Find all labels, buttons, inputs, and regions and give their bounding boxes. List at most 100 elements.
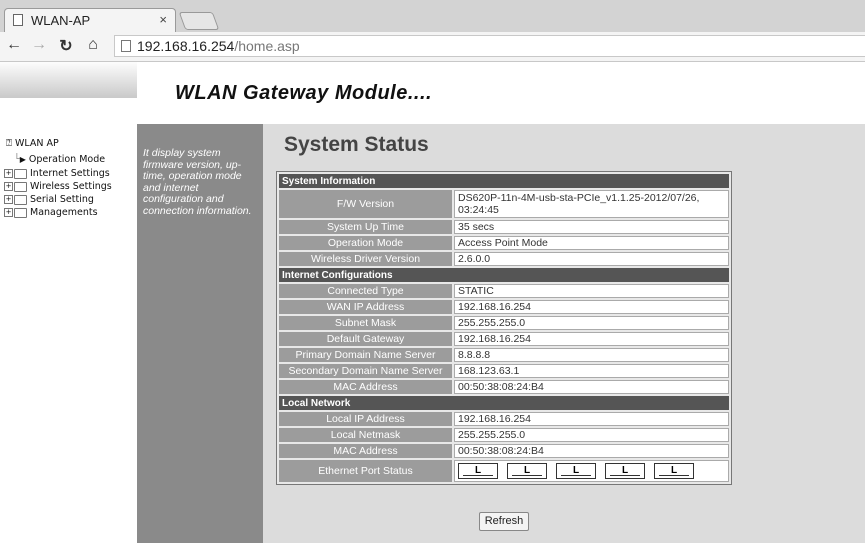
section-header-internet: Internet Configurations bbox=[279, 268, 729, 282]
row-label: F/W Version bbox=[279, 190, 452, 218]
sidebar-item-label: Operation Mode bbox=[28, 154, 106, 165]
row-label: MAC Address bbox=[279, 444, 452, 458]
table-row: Secondary Domain Name Server 168.123.63.… bbox=[279, 364, 729, 378]
page-icon bbox=[121, 40, 131, 52]
row-value: Access Point Mode bbox=[454, 236, 729, 250]
connector-icon: └ bbox=[14, 154, 20, 165]
sidebar-item-operation-mode[interactable]: └▶ Operation Mode bbox=[14, 154, 105, 165]
row-value: 35 secs bbox=[454, 220, 729, 234]
description-text: It display system firmware version, up-t… bbox=[143, 147, 252, 217]
table-row: Default Gateway 192.168.16.254 bbox=[279, 332, 729, 346]
row-value: 00:50:38:08:24:B4 bbox=[454, 444, 729, 458]
table-row: Connected Type STATIC bbox=[279, 284, 729, 298]
ethernet-port-icon: L bbox=[654, 463, 694, 479]
sidebar-item-wireless-settings[interactable]: + Wireless Settings bbox=[4, 181, 112, 192]
folder-icon bbox=[14, 168, 27, 179]
row-label: Local IP Address bbox=[279, 412, 452, 426]
row-value: 192.168.16.254 bbox=[454, 332, 729, 346]
row-value: 255.255.255.0 bbox=[454, 316, 729, 330]
ethernet-ports: LLLLL bbox=[454, 460, 729, 482]
page-icon bbox=[13, 14, 23, 26]
row-value: 255.255.255.0 bbox=[454, 428, 729, 442]
table-row: Subnet Mask 255.255.255.0 bbox=[279, 316, 729, 330]
sidebar-item-managements[interactable]: + Managements bbox=[4, 207, 98, 218]
header-strip bbox=[0, 62, 137, 98]
sidebar-item-label: Serial Setting bbox=[30, 194, 94, 205]
row-label: Local Netmask bbox=[279, 428, 452, 442]
row-label: Default Gateway bbox=[279, 332, 452, 346]
reload-icon[interactable]: ↻ bbox=[56, 36, 76, 56]
url-path: /home.asp bbox=[234, 38, 300, 54]
tree-root-label: WLAN AP bbox=[15, 138, 59, 149]
table-row: WAN IP Address 192.168.16.254 bbox=[279, 300, 729, 314]
table-row: MAC Address 00:50:38:08:24:B4 bbox=[279, 444, 729, 458]
section-header-local: Local Network bbox=[279, 396, 729, 410]
table-row: Ethernet Port Status LLLLL bbox=[279, 460, 729, 482]
forward-icon[interactable]: → bbox=[29, 36, 49, 54]
back-icon[interactable]: ← bbox=[4, 36, 24, 54]
sidebar-item-label: Internet Settings bbox=[30, 168, 110, 179]
table-row: System Up Time 35 secs bbox=[279, 220, 729, 234]
tab-title: WLAN-AP bbox=[31, 13, 91, 28]
section-header-system: System Information bbox=[279, 174, 729, 188]
ethernet-port-icon: L bbox=[507, 463, 547, 479]
row-value: 00:50:38:08:24:B4 bbox=[454, 380, 729, 394]
arrow-right-icon: ▶ bbox=[19, 155, 26, 164]
row-label: System Up Time bbox=[279, 220, 452, 234]
folder-icon bbox=[14, 194, 27, 205]
description-panel: It display system firmware version, up-t… bbox=[137, 124, 263, 543]
row-label: Operation Mode bbox=[279, 236, 452, 250]
browser-tab-bar: WLAN-AP × bbox=[0, 0, 865, 32]
expand-icon[interactable]: + bbox=[4, 182, 13, 191]
main-content: System Status System Information F/W Ver… bbox=[263, 124, 865, 543]
table-row: Local Netmask 255.255.255.0 bbox=[279, 428, 729, 442]
row-value: 192.168.16.254 bbox=[454, 412, 729, 426]
sidebar-item-label: Wireless Settings bbox=[30, 181, 112, 192]
table-row: Local IP Address 192.168.16.254 bbox=[279, 412, 729, 426]
expand-icon[interactable]: + bbox=[4, 169, 13, 178]
row-label: Connected Type bbox=[279, 284, 452, 298]
row-value: 192.168.16.254 bbox=[454, 300, 729, 314]
expand-icon[interactable]: + bbox=[4, 208, 13, 217]
row-label: MAC Address bbox=[279, 380, 452, 394]
home-icon[interactable]: ⌂ bbox=[83, 36, 103, 54]
row-label: Primary Domain Name Server bbox=[279, 348, 452, 362]
table-row: Wireless Driver Version 2.6.0.0 bbox=[279, 252, 729, 266]
status-table: System Information F/W Version DS620P-11… bbox=[276, 171, 732, 485]
ethernet-port-icon: L bbox=[556, 463, 596, 479]
table-row: MAC Address 00:50:38:08:24:B4 bbox=[279, 380, 729, 394]
sidebar-item-label: Managements bbox=[30, 207, 98, 218]
new-tab-button[interactable] bbox=[178, 12, 220, 30]
row-value: 8.8.8.8 bbox=[454, 348, 729, 362]
router-icon: ⍰ bbox=[6, 138, 12, 149]
tree-root[interactable]: ⍰ WLAN AP bbox=[6, 138, 59, 149]
table-row: Primary Domain Name Server 8.8.8.8 bbox=[279, 348, 729, 362]
ethernet-port-icon: L bbox=[605, 463, 645, 479]
table-row: Operation Mode Access Point Mode bbox=[279, 236, 729, 250]
row-value: 2.6.0.0 bbox=[454, 252, 729, 266]
page-title: System Status bbox=[284, 133, 429, 156]
close-tab-icon[interactable]: × bbox=[159, 12, 167, 27]
folder-icon bbox=[14, 181, 27, 192]
ethernet-port-icon: L bbox=[458, 463, 498, 479]
url-host: 192.168.16.254 bbox=[137, 38, 235, 54]
row-label: Subnet Mask bbox=[279, 316, 452, 330]
sidebar-item-serial-setting[interactable]: + Serial Setting bbox=[4, 194, 94, 205]
sidebar-item-internet-settings[interactable]: + Internet Settings bbox=[4, 168, 110, 179]
browser-toolbar: ← → ↻ ⌂ 192.168.16.254/home.asp bbox=[0, 32, 865, 62]
row-label: Ethernet Port Status bbox=[279, 460, 452, 482]
page-banner: WLAN Gateway Module.... bbox=[175, 82, 433, 104]
row-label: WAN IP Address bbox=[279, 300, 452, 314]
row-label: Wireless Driver Version bbox=[279, 252, 452, 266]
folder-icon bbox=[14, 207, 27, 218]
row-value: STATIC bbox=[454, 284, 729, 298]
row-value: DS620P-11n-4M-usb-sta-PCIe_v1.1.25-2012/… bbox=[454, 190, 729, 218]
address-bar[interactable]: 192.168.16.254/home.asp bbox=[114, 35, 865, 57]
refresh-button[interactable]: Refresh bbox=[479, 512, 529, 531]
row-label: Secondary Domain Name Server bbox=[279, 364, 452, 378]
browser-tab[interactable]: WLAN-AP × bbox=[4, 8, 176, 32]
expand-icon[interactable]: + bbox=[4, 195, 13, 204]
url-text: 192.168.16.254/home.asp bbox=[137, 38, 300, 54]
table-row: F/W Version DS620P-11n-4M-usb-sta-PCIe_v… bbox=[279, 190, 729, 218]
row-value: 168.123.63.1 bbox=[454, 364, 729, 378]
